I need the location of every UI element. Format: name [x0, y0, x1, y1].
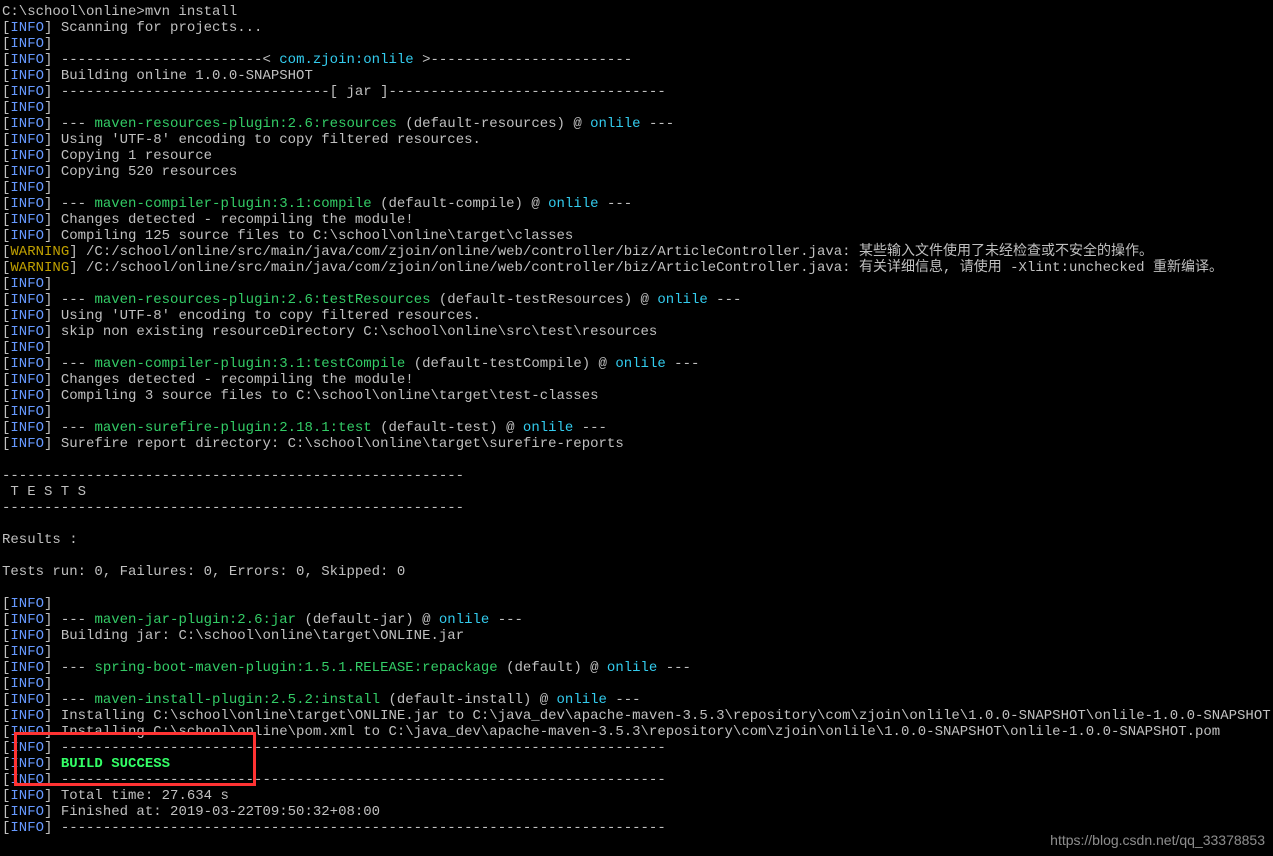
log-line: [INFO] [2, 644, 52, 660]
log-line: [INFO] --- maven-resources-plugin:2.6:re… [2, 116, 674, 132]
log-line: [INFO] Using 'UTF-8' encoding to copy fi… [2, 308, 481, 324]
log-line: [INFO] --- maven-jar-plugin:2.6:jar (def… [2, 612, 523, 628]
build-success: BUILD SUCCESS [61, 756, 170, 772]
log-line: [INFO] Installing C:\school\online\targe… [2, 708, 1273, 724]
blank-line [2, 548, 10, 564]
log-line: [INFO] Building jar: C:\school\online\ta… [2, 628, 464, 644]
log-line: [INFO] [2, 404, 52, 420]
watermark: https://blog.csdn.net/qq_33378853 [1050, 832, 1265, 848]
log-line: [INFO] [2, 596, 52, 612]
log-line: [INFO] Compiling 3 source files to C:\sc… [2, 388, 599, 404]
log-line: [INFO] --- maven-surefire-plugin:2.18.1:… [2, 420, 607, 436]
log-line: [INFO] Building online 1.0.0-SNAPSHOT [2, 68, 313, 84]
log-line: [INFO] Copying 520 resources [2, 164, 237, 180]
log-line: [INFO] [2, 36, 52, 52]
tests-summary: Tests run: 0, Failures: 0, Errors: 0, Sk… [2, 564, 405, 580]
log-line: [INFO] ---------------------------------… [2, 740, 666, 756]
blank-line [2, 580, 10, 596]
log-line: [INFO] skip non existing resourceDirecto… [2, 324, 657, 340]
log-line: [INFO] [2, 340, 52, 356]
blank-line [2, 516, 10, 532]
log-line: [INFO] ------------------------< com.zjo… [2, 52, 632, 68]
tests-title: T E S T S [2, 484, 86, 500]
log-line: [INFO] --- maven-compiler-plugin:3.1:tes… [2, 356, 699, 372]
log-line: [WARNING] /C:/school/online/src/main/jav… [2, 244, 1153, 260]
log-line: [INFO] ---------------------------------… [2, 820, 666, 836]
log-line: [INFO] Scanning for projects... [2, 20, 262, 36]
tests-separator: ----------------------------------------… [2, 500, 464, 516]
tests-separator: ----------------------------------------… [2, 468, 464, 484]
log-line: [INFO] ---------------------------------… [2, 772, 666, 788]
log-line: [INFO] --- maven-compiler-plugin:3.1:com… [2, 196, 632, 212]
log-line: [INFO] [2, 180, 52, 196]
terminal-output[interactable]: C:\school\online>mvn install [INFO] Scan… [0, 0, 1273, 836]
log-line: [INFO] [2, 100, 52, 116]
log-line: [INFO] Installing C:\school\online\pom.x… [2, 724, 1220, 740]
log-line: [INFO] [2, 676, 52, 692]
blank-line [2, 452, 10, 468]
log-line: [INFO] --- spring-boot-maven-plugin:1.5.… [2, 660, 691, 676]
log-line: [INFO] [2, 276, 52, 292]
log-line: [INFO] Changes detected - recompiling th… [2, 372, 414, 388]
log-line: [INFO] --------------------------------[… [2, 84, 666, 100]
tests-results: Results : [2, 532, 78, 548]
log-line: [INFO] --- maven-install-plugin:2.5.2:in… [2, 692, 641, 708]
log-line: [INFO] --- maven-resources-plugin:2.6:te… [2, 292, 741, 308]
log-line: [INFO] Compiling 125 source files to C:\… [2, 228, 573, 244]
log-line: [INFO] Using 'UTF-8' encoding to copy fi… [2, 132, 481, 148]
prompt-line: C:\school\online>mvn install [2, 4, 237, 20]
log-line: [INFO] Finished at: 2019-03-22T09:50:32+… [2, 804, 380, 820]
log-line: [INFO] BUILD SUCCESS [2, 756, 170, 772]
log-line: [WARNING] /C:/school/online/src/main/jav… [2, 260, 1223, 276]
log-line: [INFO] Copying 1 resource [2, 148, 212, 164]
log-line: [INFO] Surefire report directory: C:\sch… [2, 436, 624, 452]
log-line: [INFO] Total time: 27.634 s [2, 788, 229, 804]
log-line: [INFO] Changes detected - recompiling th… [2, 212, 414, 228]
